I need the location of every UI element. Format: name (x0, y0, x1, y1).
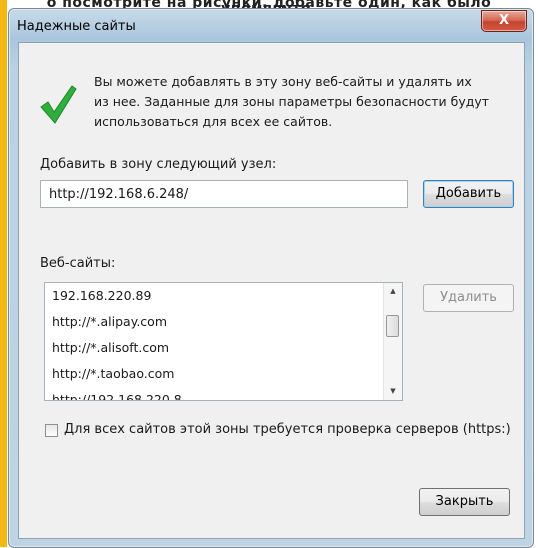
remove-button[interactable]: Удалить (423, 284, 514, 312)
title-close-button[interactable]: X (481, 10, 527, 32)
list-item[interactable]: http://*.alipay.com (45, 309, 384, 335)
https-checkbox-label[interactable]: Для всех сайтов этой зоны требуется пров… (64, 422, 511, 437)
trusted-sites-dialog: Надежные сайты X Вы можете добавлять в э… (8, 8, 534, 548)
close-icon: X (498, 13, 510, 28)
title-bar[interactable]: Надежные сайты X (9, 9, 533, 41)
websites-label: Веб-сайты: (40, 256, 116, 271)
checkmark-icon (40, 85, 77, 124)
scroll-thumb[interactable] (386, 315, 399, 337)
info-text: Вы можете добавлять в эту зону веб-сайты… (94, 74, 490, 129)
list-item[interactable]: 192.168.220.89 (45, 283, 384, 309)
list-scrollbar[interactable]: ▲ ▼ (383, 283, 402, 400)
websites-list[interactable]: 192.168.220.89 http://*.alipay.com http:… (44, 282, 403, 401)
https-checkbox[interactable] (45, 424, 58, 437)
list-item[interactable]: http://*.taobao.com (45, 361, 384, 387)
list-item[interactable]: http://192.168.220.8 (45, 387, 384, 400)
close-button[interactable]: Закрыть (419, 488, 510, 516)
websites-list-items: 192.168.220.89 http://*.alipay.com http:… (45, 283, 384, 400)
list-item[interactable]: http://*.alisoft.com (45, 335, 384, 361)
add-site-input[interactable] (40, 180, 408, 208)
dialog-content: Вы можете добавлять в эту зону веб-сайты… (18, 42, 525, 539)
add-button[interactable]: Добавить (423, 180, 514, 208)
background-highlight-bar (0, 0, 7, 547)
scroll-down-arrow-icon[interactable]: ▼ (384, 383, 402, 400)
scroll-up-arrow-icon[interactable]: ▲ (384, 283, 402, 300)
add-site-label: Добавить в зону следующий узел: (40, 157, 277, 172)
dialog-title: Надежные сайты (17, 19, 136, 34)
